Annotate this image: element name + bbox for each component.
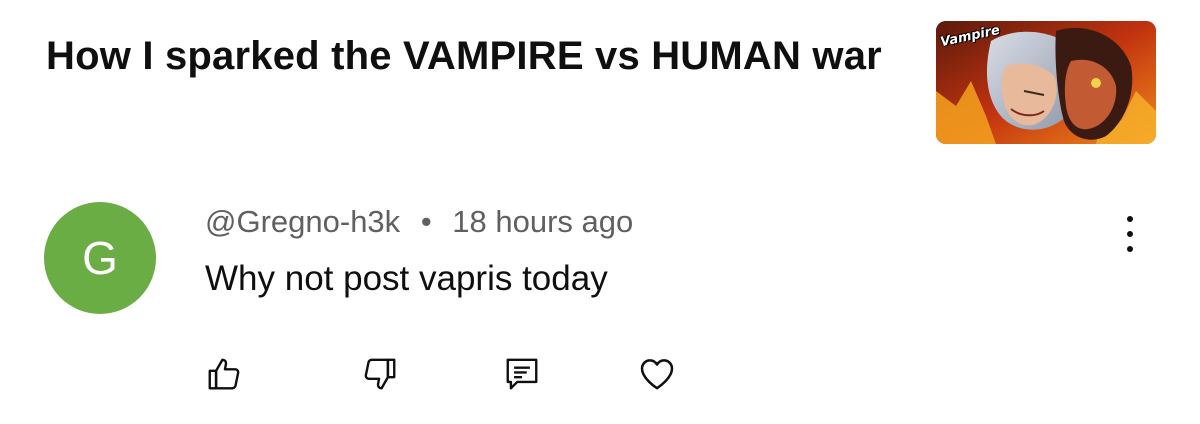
comment-actions xyxy=(0,352,800,396)
comment-time: 18 hours ago xyxy=(452,204,634,239)
thumbs-up-icon xyxy=(208,358,240,390)
avatar[interactable]: G xyxy=(44,202,156,314)
more-vertical-icon xyxy=(1127,216,1133,222)
heart-icon xyxy=(640,359,674,390)
meta-separator: • xyxy=(420,204,432,239)
more-vertical-icon-dot xyxy=(1127,231,1133,237)
reply-button[interactable] xyxy=(500,352,544,396)
avatar-letter: G xyxy=(82,232,118,284)
like-button[interactable] xyxy=(202,352,246,396)
more-options-button[interactable] xyxy=(1112,212,1148,256)
comment-author[interactable]: @Gregno-h3k xyxy=(205,204,400,239)
more-vertical-icon-dot xyxy=(1127,246,1133,252)
thumbs-down-icon xyxy=(364,358,396,390)
reply-icon xyxy=(506,358,538,390)
video-thumbnail[interactable]: Vampire xyxy=(936,21,1156,144)
heart-button[interactable] xyxy=(635,352,679,396)
comment-meta: @Gregno-h3k • 18 hours ago xyxy=(205,204,633,240)
comment-text: Why not post vapris today xyxy=(205,259,608,298)
dislike-button[interactable] xyxy=(358,352,402,396)
video-title[interactable]: How I sparked the VAMPIRE vs HUMAN war xyxy=(46,28,896,84)
